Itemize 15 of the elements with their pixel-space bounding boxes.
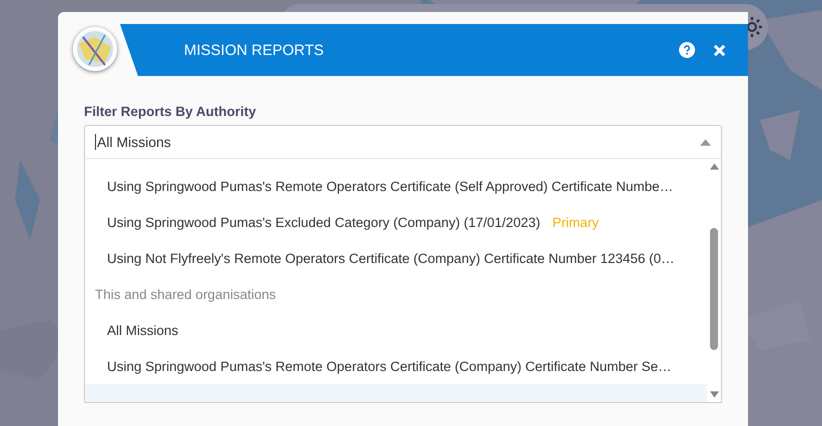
- group-heading: This and shared organisations: [94, 286, 277, 304]
- authority-select[interactable]: All Missions: [84, 125, 722, 159]
- logo-icon: [73, 27, 117, 71]
- scroll-down-icon[interactable]: [710, 391, 718, 398]
- dropdown-option[interactable]: Using Springwood Pumas's Remote Operators Certificate (Self Approved) Certificate Numbe…: [85, 168, 707, 204]
- field-label: Filter Reports By Authority: [84, 104, 258, 119]
- help-icon[interactable]: [679, 42, 695, 58]
- dialog-title: MISSION REPORTS: [184, 42, 325, 58]
- primary-tag: Primary: [552, 214, 599, 230]
- dropdown-option[interactable]: Using Not Flyfreely's Remote Operators Certificate (Company) Certificate Number 123456 (0…: [85, 240, 707, 276]
- close-icon[interactable]: [713, 44, 726, 56]
- dropdown-option[interactable]: All Missions: [85, 312, 707, 348]
- scroll-up-icon[interactable]: [710, 163, 718, 170]
- dropdown-option[interactable]: Using Springwood Pumas's Excluded Category (Company) (17/01/2023) Primary: [85, 204, 707, 240]
- dropdown-option[interactable]: Using Springwood Pumas's Remote Operators Certificate (Company) Certificate Number Se…: [85, 348, 707, 384]
